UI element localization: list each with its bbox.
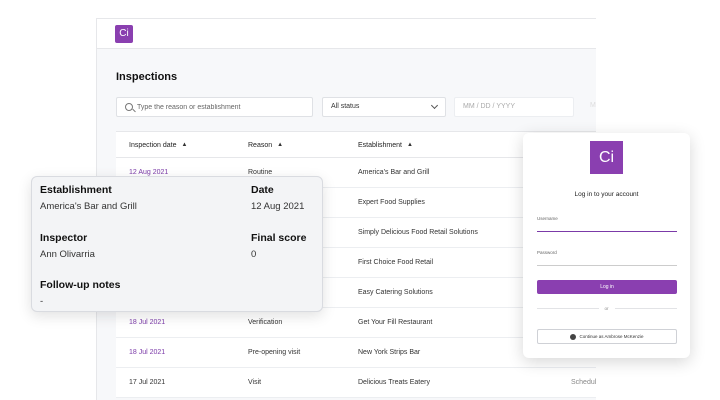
username-field[interactable] (537, 223, 677, 232)
chevron-down-icon (430, 101, 439, 110)
inspector-label: Inspector (40, 232, 88, 244)
final-score-label: Final score (251, 232, 307, 244)
inspection-detail-card: Establishment America's Bar and Grill Da… (31, 176, 323, 312)
login-card: Ci Log in to your account Username Passw… (523, 133, 690, 358)
establishment-value: America's Bar and Grill (40, 201, 137, 212)
search-icon (125, 103, 133, 111)
search-box[interactable] (116, 97, 313, 117)
app-logo[interactable]: Ci (115, 25, 133, 43)
follow-up-notes-value: - (40, 296, 44, 307)
inspection-date-cell[interactable]: 18 Jul 2021 (129, 338, 165, 368)
divider (615, 308, 677, 309)
establishment-label: Establishment (40, 184, 112, 196)
status-filter-value: All status (331, 103, 360, 110)
date-label: Date (251, 184, 274, 196)
establishment-cell: Simply Delicious Food Retail Solutions (358, 229, 478, 236)
establishment-cell: Delicious Treats Eatery (358, 379, 430, 386)
password-field[interactable] (537, 257, 677, 266)
continue-as-label: Continue as Ambrose McKenzie (579, 333, 644, 339)
reason-cell: Verification (248, 319, 283, 326)
establishment-cell: Easy Catering Solutions (358, 289, 433, 296)
reason-cell: Visit (248, 379, 262, 386)
search-input[interactable] (137, 98, 307, 116)
app-header: Ci (97, 19, 596, 49)
establishment-cell: First Choice Food Retail (358, 259, 434, 266)
inspector-value: Ann Olivarria (40, 249, 95, 260)
continue-as-user-button[interactable]: Continue as Ambrose McKenzie (537, 329, 677, 344)
inspection-date-cell[interactable]: 17 Jul 2021 (129, 368, 165, 398)
establishment-cell: America's Bar and Grill (358, 169, 430, 176)
login-logo: Ci (590, 141, 623, 174)
login-title: Log in to your account (574, 191, 639, 198)
status-filter-select[interactable]: All status (322, 97, 446, 117)
username-label: Username (537, 216, 558, 221)
follow-up-notes-label: Follow-up notes (40, 279, 121, 291)
column-header-inspection-date[interactable]: Inspection date ▲︎ (129, 132, 187, 159)
final-score-value: 0 (251, 249, 257, 260)
table-row[interactable]: 17 Jul 2021 Visit Delicious Treats Eater… (116, 368, 596, 398)
inspection-date-cell[interactable]: 18 Jul 2021 (129, 308, 165, 338)
column-header-reason[interactable]: Reason ▲︎ (248, 132, 283, 159)
column-header-establishment[interactable]: Establishment ▲︎ (358, 132, 413, 159)
password-label: Password (537, 250, 557, 255)
sort-icon: ▲︎ (181, 142, 188, 148)
establishment-cell: New York Strips Bar (358, 349, 421, 356)
date-value: 12 Aug 2021 (251, 201, 305, 212)
avatar (570, 333, 577, 340)
establishment-cell: Expert Food Supplies (358, 199, 425, 206)
login-button[interactable]: Log in (537, 280, 677, 294)
date-from-input[interactable]: MM / DD / YYYY (454, 97, 574, 117)
page-title: Inspections (116, 71, 178, 83)
date-to-input[interactable]: MM / DD / YYYY (582, 97, 596, 117)
reason-cell: Pre-opening visit (248, 349, 301, 356)
sort-icon: ▲︎ (406, 142, 413, 148)
status-cell: Scheduled (571, 379, 596, 386)
establishment-cell: Get Your Fill Restaurant (358, 319, 433, 326)
sort-icon: ▲︎ (277, 142, 284, 148)
